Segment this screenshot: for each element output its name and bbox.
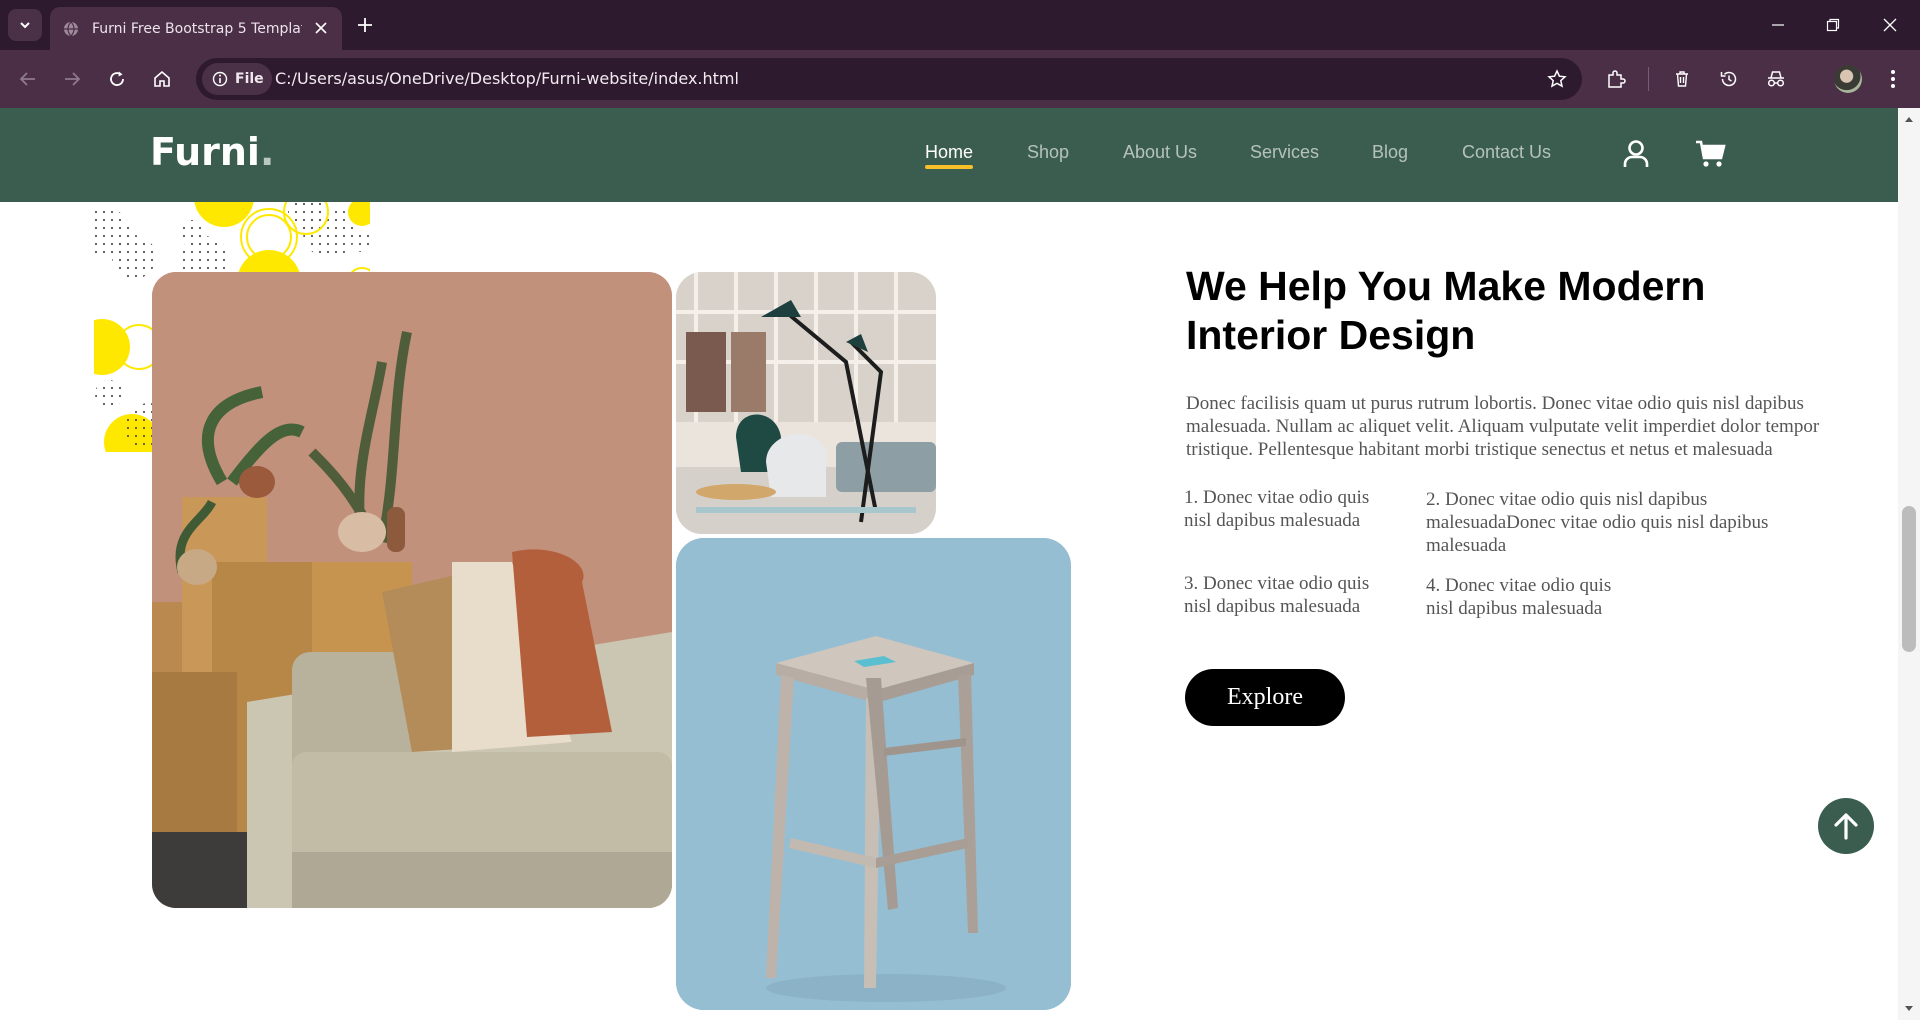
- section-heading: We Help You Make Modern Interior Design: [1186, 263, 1706, 358]
- scrollbar-thumb[interactable]: [1902, 506, 1916, 652]
- site-chip-label: File: [235, 71, 264, 87]
- home-icon: [154, 70, 170, 87]
- reload-button[interactable]: [101, 63, 133, 95]
- nav-shop[interactable]: Shop: [1027, 142, 1069, 163]
- web-page: Furni. Home Shop About Us Services Blog …: [0, 108, 1898, 1020]
- cart-button[interactable]: [1691, 134, 1731, 174]
- brand-name: Furni: [150, 130, 260, 174]
- incognito-icon: [1767, 71, 1785, 87]
- browser-tab-active[interactable]: Furni Free Bootstrap 5 Template: [50, 7, 342, 50]
- home-button[interactable]: [146, 63, 178, 95]
- forward-button[interactable]: [56, 63, 88, 95]
- browser-titlebar: Furni Free Bootstrap 5 Template: [0, 0, 1920, 50]
- browser-toolbar: File C:/Users/asus/OneDrive/Desktop/Furn…: [0, 50, 1920, 108]
- minimize-icon: [1772, 24, 1784, 26]
- tab-search-button[interactable]: [8, 9, 42, 41]
- active-nav-indicator: [925, 165, 973, 169]
- section-paragraph: Donec facilisis quam ut purus rutrum lob…: [1186, 393, 1820, 460]
- stool-image: [676, 538, 1071, 1010]
- nav-about[interactable]: About Us: [1123, 142, 1197, 163]
- brand-dot: .: [259, 130, 275, 174]
- puzzle-icon: [1608, 70, 1626, 88]
- address-bar[interactable]: File C:/Users/asus/OneDrive/Desktop/Furn…: [196, 58, 1582, 100]
- extensions-button[interactable]: [1600, 63, 1632, 95]
- user-account-button[interactable]: [1616, 134, 1656, 174]
- site-navbar: Furni. Home Shop About Us Services Blog …: [0, 108, 1898, 202]
- feature-item-2: 2. Donec vitae odio quis nisl dapibus ma…: [1426, 489, 1769, 556]
- brand-logo[interactable]: Furni.: [150, 130, 274, 174]
- nav-blog[interactable]: Blog: [1372, 142, 1408, 163]
- feature-item-3: 3. Donec vitae odio quis nisl dapibus ma…: [1184, 573, 1370, 617]
- back-to-top-button[interactable]: [1818, 798, 1874, 854]
- user-icon: [1623, 140, 1649, 167]
- feature-item-1: 1. Donec vitae odio quis nisl dapibus ma…: [1184, 487, 1370, 531]
- plus-icon: [358, 18, 372, 32]
- profile-avatar[interactable]: [1834, 65, 1862, 93]
- kebab-menu-icon: [1891, 70, 1895, 88]
- close-window-button[interactable]: [1870, 10, 1910, 40]
- toolbar-separator: [1648, 67, 1649, 91]
- back-button[interactable]: [12, 63, 44, 95]
- restore-button[interactable]: [1813, 10, 1853, 40]
- lounge-interior-image: [676, 272, 936, 534]
- nav-home[interactable]: Home: [925, 142, 973, 163]
- menu-button[interactable]: [1877, 63, 1909, 95]
- delete-button[interactable]: [1666, 63, 1698, 95]
- url-text[interactable]: C:/Users/asus/OneDrive/Desktop/Furni-web…: [275, 69, 739, 88]
- new-tab-button[interactable]: [352, 12, 378, 38]
- minimize-button[interactable]: [1758, 10, 1798, 40]
- restore-icon: [1826, 18, 1840, 32]
- close-icon: [1883, 18, 1897, 32]
- sofa-image: [152, 272, 672, 908]
- chevron-down-icon: [20, 22, 30, 29]
- reload-icon: [110, 71, 124, 86]
- cart-icon: [1696, 140, 1726, 167]
- scroll-up-arrow-icon[interactable]: [1898, 110, 1920, 128]
- arrow-right-icon: [65, 72, 81, 86]
- nav-services[interactable]: Services: [1250, 142, 1319, 163]
- globe-icon: [62, 20, 80, 38]
- info-icon: [212, 71, 228, 87]
- bookmark-star-button[interactable]: [1542, 64, 1572, 94]
- page-scrollbar[interactable]: [1898, 108, 1920, 1020]
- explore-button[interactable]: Explore: [1185, 669, 1345, 726]
- trash-icon: [1676, 71, 1688, 87]
- incognito-button[interactable]: [1760, 63, 1792, 95]
- site-info-chip[interactable]: File: [202, 63, 272, 95]
- arrow-up-icon: [1834, 813, 1858, 840]
- star-icon: [1547, 69, 1567, 88]
- nav-contact[interactable]: Contact Us: [1462, 142, 1551, 163]
- history-icon: [1720, 71, 1737, 87]
- history-button[interactable]: [1713, 63, 1745, 95]
- feature-item-4: 4. Donec vitae odio quis nisl dapibus ma…: [1426, 575, 1612, 619]
- tab-title: Furni Free Bootstrap 5 Template: [92, 20, 302, 37]
- arrow-left-icon: [19, 72, 35, 86]
- scroll-down-arrow-icon[interactable]: [1898, 1000, 1920, 1018]
- close-tab-icon[interactable]: [312, 19, 330, 37]
